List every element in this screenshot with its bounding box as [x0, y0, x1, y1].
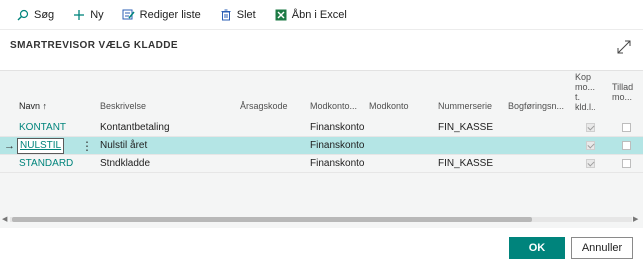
delete-label: Slet	[236, 8, 256, 21]
plus-icon	[72, 8, 86, 22]
edit-list-button[interactable]: Rediger liste	[116, 4, 207, 26]
scrollbar-thumb[interactable]	[12, 217, 532, 222]
excel-icon	[274, 8, 288, 22]
row-modkontotype: Finanskonto	[310, 122, 365, 133]
row-beskrivelse: Kontantbetaling	[100, 122, 170, 133]
row-navn[interactable]: STANDARD	[19, 155, 89, 173]
row-tillad-checkbox[interactable]	[622, 123, 631, 132]
search-button[interactable]: Søg	[10, 4, 60, 26]
row-beskrivelse: Stndkladde	[100, 158, 151, 169]
row-kopier-checkbox[interactable]	[586, 123, 595, 132]
row-nummerserie: FIN_KASSE	[438, 122, 494, 133]
row-tillad-checkbox[interactable]	[622, 141, 631, 150]
table-row[interactable]: → NULSTIL ⋮ Nulstil året Finanskonto	[0, 137, 643, 155]
new-button[interactable]: Ny	[66, 4, 109, 26]
row-nummerserie: FIN_KASSE	[438, 158, 494, 169]
row-kopier-checkbox[interactable]	[586, 141, 595, 150]
new-label: Ny	[90, 8, 104, 21]
row-modkontotype: Finanskonto	[310, 140, 365, 151]
action-toolbar: Søg Ny Rediger liste Slet Åbn i Excel	[0, 0, 643, 30]
cancel-button[interactable]: Annuller	[571, 237, 633, 259]
row-beskrivelse: Nulstil året	[100, 140, 148, 151]
table-row[interactable]: STANDARD Stndkladde Finanskonto FIN_KASS…	[0, 155, 643, 173]
scroll-left-icon[interactable]: ◀	[2, 215, 7, 223]
trash-icon	[219, 8, 233, 22]
search-label: Søg	[34, 8, 55, 21]
page-title: SMARTREVISOR VÆLG KLADDE	[10, 40, 178, 51]
search-icon	[16, 8, 30, 22]
edit-list-label: Rediger liste	[139, 8, 201, 21]
table-row[interactable]: KONTANT Kontantbetaling Finanskonto FIN_…	[0, 119, 643, 137]
open-in-excel-button[interactable]: Åbn i Excel	[268, 4, 353, 26]
edit-list-icon	[122, 8, 136, 22]
expand-icon[interactable]	[615, 38, 633, 56]
dialog-footer: OK Annuller	[0, 228, 643, 266]
scroll-right-icon[interactable]: ▶	[633, 215, 638, 223]
horizontal-scrollbar[interactable]: ◀ ▶	[0, 214, 643, 224]
column-header-kopier[interactable]: Kop mo... t. kld.l...	[575, 72, 595, 112]
ok-button[interactable]: OK	[509, 237, 565, 259]
row-menu-icon[interactable]: ⋮	[81, 137, 93, 155]
row-kopier-checkbox[interactable]	[586, 159, 595, 168]
column-header-tillad[interactable]: Tillad mo...	[612, 82, 636, 112]
selection-arrow-icon: →	[4, 140, 15, 152]
row-navn[interactable]: NULSTIL	[17, 138, 65, 154]
row-navn[interactable]: KONTANT	[19, 119, 89, 137]
row-tillad-checkbox[interactable]	[622, 159, 631, 168]
row-nummerserie	[438, 137, 503, 155]
delete-button[interactable]: Slet	[213, 4, 262, 26]
row-modkontotype: Finanskonto	[310, 158, 365, 169]
excel-label: Åbn i Excel	[291, 8, 347, 21]
